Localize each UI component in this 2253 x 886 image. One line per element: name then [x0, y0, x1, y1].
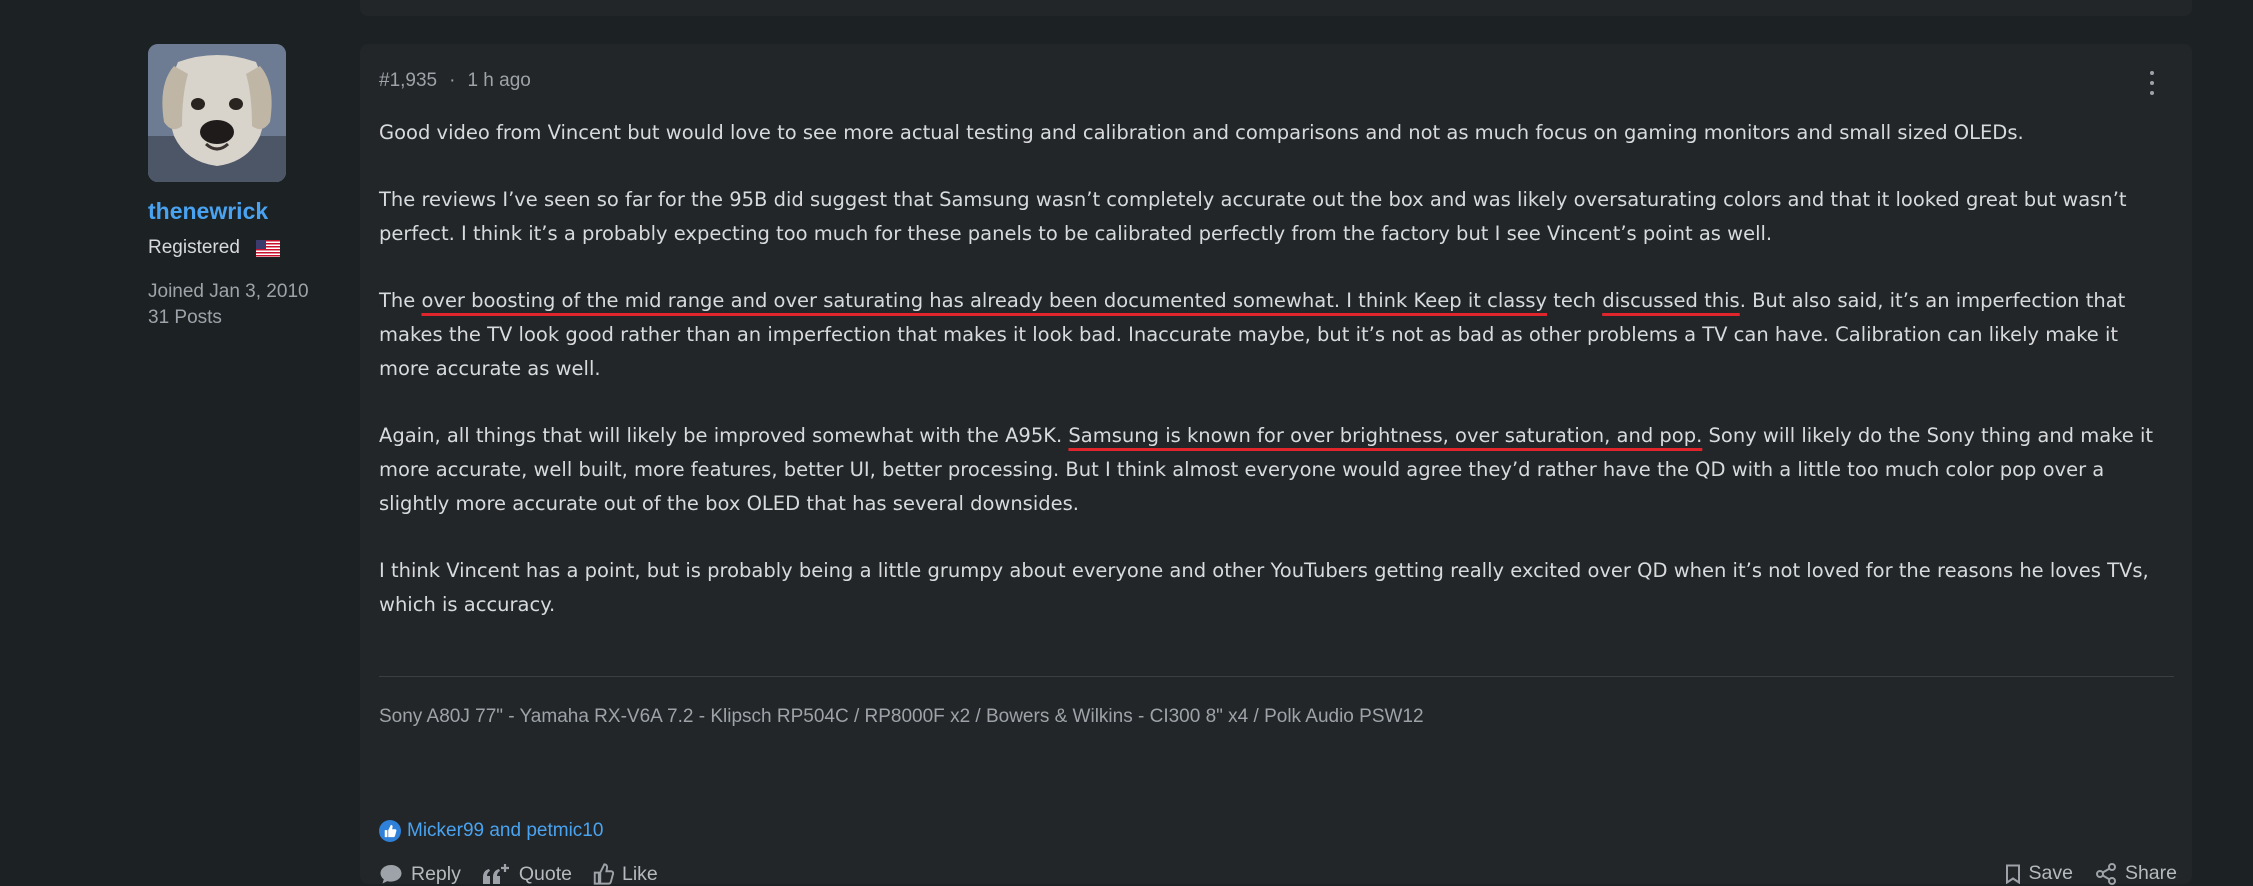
underlined-text: Samsung is known for over brightness, ov…	[1068, 424, 1703, 447]
paragraph-4: Again, all things that will likely be im…	[379, 424, 2154, 515]
reaction-users-link[interactable]: Micker99 and petmic10	[407, 820, 603, 842]
post-count: 31 Posts	[148, 307, 222, 328]
us-flag-icon	[255, 239, 280, 257]
join-date: Joined Jan 3, 2010	[148, 281, 309, 302]
reply-button[interactable]: Reply	[379, 862, 461, 886]
post-author: thenewrick Registered Joined Jan 3, 2010…	[148, 44, 358, 329]
reactions-bar[interactable]: Micker99 and petmic10	[379, 820, 603, 842]
underlined-text: discussed this	[1602, 289, 1740, 312]
post-number-link[interactable]: #1,935	[379, 70, 437, 92]
more-options-icon[interactable]	[2142, 68, 2162, 98]
thumbs-up-icon	[379, 820, 401, 842]
paragraph-3: The over boosting of the mid range and o…	[379, 289, 2126, 380]
quote-icon	[481, 862, 511, 886]
share-icon	[2095, 862, 2117, 885]
share-button[interactable]: Share	[2095, 862, 2177, 885]
quote-button[interactable]: Quote	[481, 862, 572, 886]
post-card: #1,935 · 1 h ago Good video from Vincent…	[360, 44, 2192, 886]
post-actions-left: Reply Quote Like	[379, 862, 658, 886]
user-role: Registered	[148, 237, 358, 259]
paragraph-2: The reviews I’ve seen so far for the 95B…	[379, 188, 2127, 245]
reply-icon	[379, 863, 403, 885]
post-body: Good video from Vincent but would love t…	[379, 116, 2174, 655]
separator-dot: ·	[449, 70, 456, 91]
avatar[interactable]	[148, 44, 286, 182]
signature-divider	[379, 676, 2174, 677]
paragraph-5: I think Vincent has a point, but is prob…	[379, 559, 2149, 616]
post-header: #1,935 · 1 h ago	[379, 70, 531, 92]
post-actions-right: Save Share	[2005, 862, 2177, 885]
signature: Sony A80J 77" - Yamaha RX-V6A 7.2 - Klip…	[379, 706, 1424, 727]
thumbs-up-outline-icon	[592, 863, 614, 885]
underlined-text: over boosting of the mid range and over …	[421, 289, 1548, 312]
post-time[interactable]: 1 h ago	[467, 70, 530, 92]
save-button[interactable]: Save	[2005, 862, 2073, 885]
like-button[interactable]: Like	[592, 862, 658, 886]
previous-post-card	[360, 0, 2192, 16]
username-link[interactable]: thenewrick	[148, 198, 358, 225]
paragraph-1: Good video from Vincent but would love t…	[379, 121, 2024, 144]
role-label: Registered	[148, 237, 240, 258]
